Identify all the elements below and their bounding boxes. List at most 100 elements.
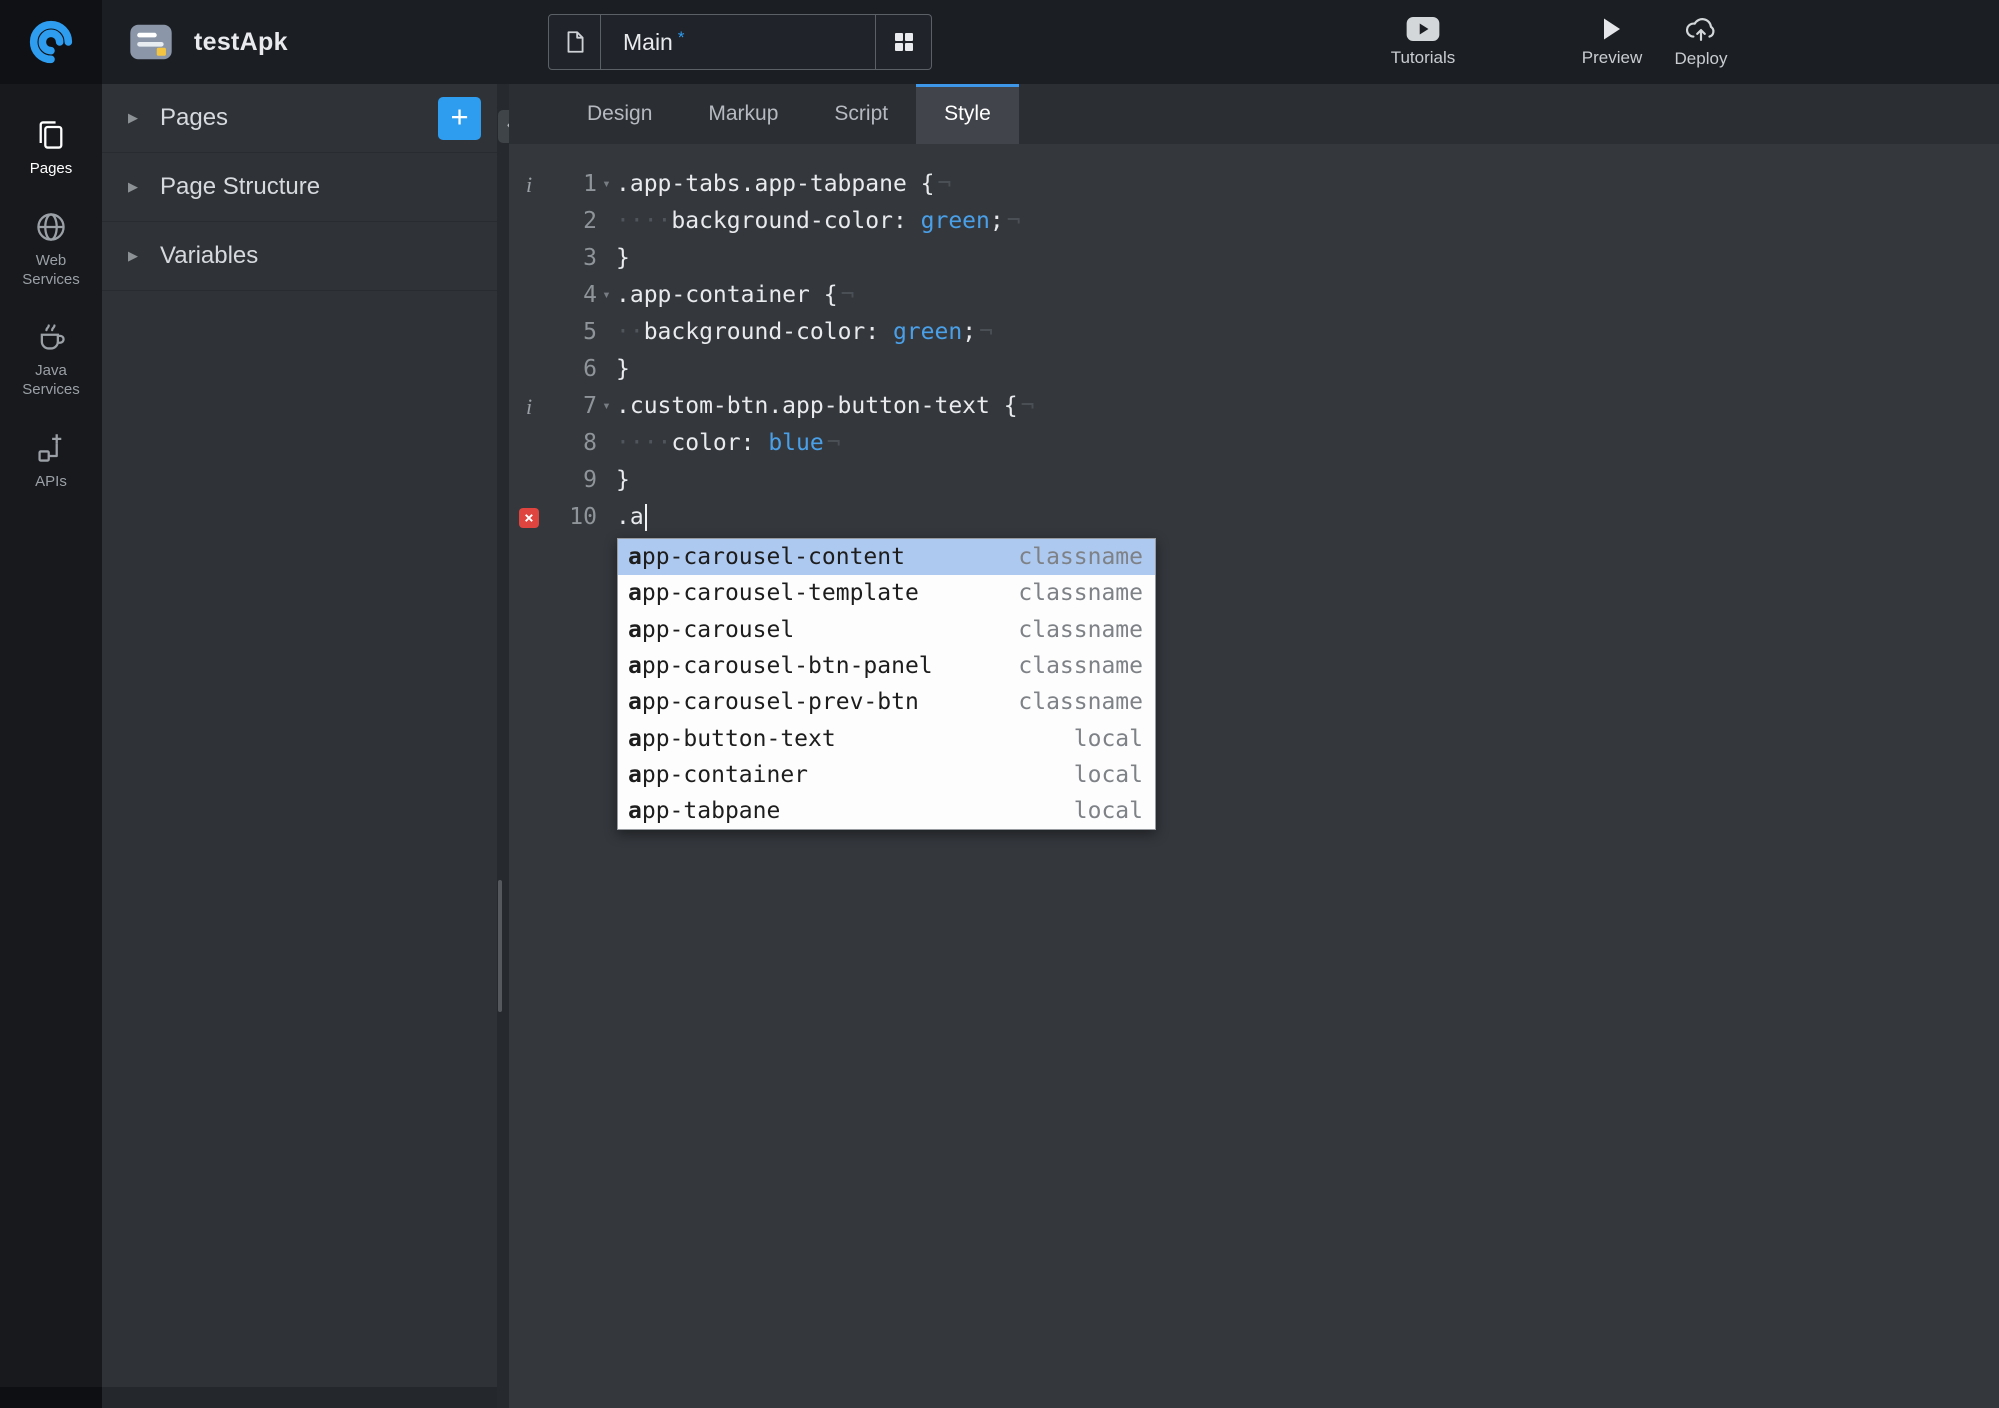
rail-item-web-services[interactable]: Web Services: [0, 196, 102, 307]
line-number[interactable]: 8: [549, 425, 597, 462]
autocomplete-item[interactable]: app-carousel-content classname: [618, 539, 1155, 576]
tab-script[interactable]: Script: [806, 84, 916, 144]
code-editor[interactable]: i 1 ▾ .app-tabs.app-tabpane {¬ 2 ····backgrou…: [509, 144, 1999, 536]
code-text: .custom-btn.app-button-text {¬: [616, 393, 1035, 419]
fold-arrow-icon[interactable]: ▾: [597, 277, 616, 314]
cloud-upload-icon: [1683, 16, 1719, 42]
line-number[interactable]: 9: [549, 462, 597, 499]
code-text: }: [616, 467, 630, 493]
rail-bottom-strip: [0, 1387, 102, 1408]
autocomplete-item-name: app-carousel-btn-panel: [628, 653, 933, 680]
line-number[interactable]: 1: [549, 166, 597, 203]
coffee-cup-icon: [35, 321, 67, 353]
add-page-button[interactable]: +: [438, 96, 481, 140]
autocomplete-item[interactable]: app-carousel classname: [618, 612, 1155, 648]
scrollbar-thumb[interactable]: [498, 880, 502, 1012]
autocomplete-item[interactable]: app-tabpane local: [618, 793, 1155, 829]
fold-arrow-icon[interactable]: ▾: [597, 388, 616, 425]
brand-logo[interactable]: [0, 0, 102, 84]
editor-tabs: Design Markup Script Style: [509, 84, 1999, 144]
gutter-cell: [509, 240, 549, 277]
current-page-dropdown[interactable]: Main *: [601, 15, 875, 69]
sidebar-section-pages[interactable]: ▶ Pages +: [102, 84, 497, 153]
autocomplete-item-name: app-carousel-template: [628, 580, 919, 607]
pages-icon: [35, 119, 67, 151]
preview-label: Preview: [1581, 47, 1643, 67]
unsaved-changes-marker: *: [677, 28, 685, 47]
play-icon: [1601, 17, 1623, 41]
rail-item-apis[interactable]: APIs: [0, 417, 102, 509]
tab-style[interactable]: Style: [916, 84, 1019, 144]
sidebar-section-variables[interactable]: ▶ Variables: [102, 222, 497, 291]
chevron-right-icon: ▶: [128, 110, 138, 125]
autocomplete-item-name: app-button-text: [628, 725, 836, 752]
line-number[interactable]: 4: [549, 277, 597, 314]
tab-markup[interactable]: Markup: [680, 84, 806, 144]
rail-item-pages[interactable]: Pages: [0, 104, 102, 196]
code-line[interactable]: i 1 ▾ .app-tabs.app-tabpane {¬: [509, 166, 1999, 203]
autocomplete-item-kind: classname: [1018, 689, 1143, 716]
tutorials-button[interactable]: Tutorials: [1381, 0, 1465, 84]
gutter-cell: [509, 277, 549, 314]
code-text: ····background-color: green; ¬: [616, 208, 1021, 234]
gutter-cell: [509, 462, 549, 499]
code-line[interactable]: 5 ··background-color: green; ¬: [509, 314, 1999, 351]
rail-item-java-services[interactable]: Java Services: [0, 306, 102, 417]
line-number[interactable]: 7: [549, 388, 597, 425]
autocomplete-item-kind: local: [1073, 761, 1143, 788]
code-line[interactable]: 9}: [509, 462, 1999, 499]
autocomplete-item[interactable]: app-button-text local: [618, 720, 1155, 756]
gutter-cell: i: [509, 166, 549, 203]
tutorials-label: Tutorials: [1390, 47, 1456, 67]
code-text: .a: [616, 499, 647, 536]
sidebar-section-page-structure[interactable]: ▶ Page Structure: [102, 153, 497, 222]
rail-label: Web Services: [22, 251, 80, 288]
deploy-button[interactable]: Deploy: [1659, 0, 1743, 84]
gutter-cell: i: [509, 388, 549, 425]
section-label: Page Structure: [160, 173, 321, 200]
code-line[interactable]: i 7 ▾ .custom-btn.app-button-text {¬: [509, 388, 1999, 425]
autocomplete-item[interactable]: app-carousel-btn-panel classname: [618, 648, 1155, 684]
pages-grid-icon[interactable]: [875, 15, 931, 69]
line-number[interactable]: 6: [549, 351, 597, 388]
line-number[interactable]: 2: [549, 203, 597, 240]
code-line[interactable]: 4 ▾ .app-container {¬: [509, 277, 1999, 314]
info-icon: i: [525, 172, 533, 197]
gutter-cell: [509, 351, 549, 388]
code-line[interactable]: 6}: [509, 351, 1999, 388]
topbar: testApk Main * Tutorials Preview Deploy: [0, 0, 1999, 84]
page-file-icon[interactable]: [549, 15, 601, 69]
code-line[interactable]: 8 ····color: blue ¬: [509, 425, 1999, 462]
fold-arrow-icon[interactable]: ▾: [597, 166, 616, 203]
tab-design[interactable]: Design: [559, 84, 680, 144]
autocomplete-item-name: app-carousel-prev-btn: [628, 689, 919, 716]
panel-resizer[interactable]: [497, 84, 509, 1408]
autocomplete-item[interactable]: app-container local: [618, 757, 1155, 793]
code-line[interactable]: × 10 .a: [509, 499, 1999, 536]
code-line[interactable]: 3}: [509, 240, 1999, 277]
autocomplete-item-kind: classname: [1018, 580, 1143, 607]
sidebar-panel: ▶ Pages + ▶ Page Structure ▶ Variables: [102, 84, 497, 1387]
code-line[interactable]: 2 ····background-color: green; ¬: [509, 203, 1999, 240]
preview-button[interactable]: Preview: [1570, 0, 1654, 84]
autocomplete-item[interactable]: app-carousel-prev-btn classname: [618, 684, 1155, 720]
line-number[interactable]: 10: [549, 499, 597, 536]
app-info: testApk: [128, 0, 288, 84]
line-number[interactable]: 3: [549, 240, 597, 277]
autocomplete-popup: app-carousel-content classname app-carouse…: [617, 538, 1156, 831]
autocomplete-item-kind: local: [1073, 798, 1143, 825]
autocomplete-item[interactable]: app-carousel-template classname: [618, 575, 1155, 611]
rail-label: Pages: [29, 160, 73, 177]
autocomplete-item-name: app-container: [628, 761, 809, 788]
rail-label: APIs: [35, 472, 67, 490]
code-text: }: [616, 245, 630, 271]
line-number[interactable]: 5: [549, 314, 597, 351]
chevron-right-icon: ▶: [128, 179, 138, 194]
autocomplete-item-kind: classname: [1018, 616, 1143, 643]
autocomplete-item-name: app-carousel-content: [628, 544, 905, 571]
